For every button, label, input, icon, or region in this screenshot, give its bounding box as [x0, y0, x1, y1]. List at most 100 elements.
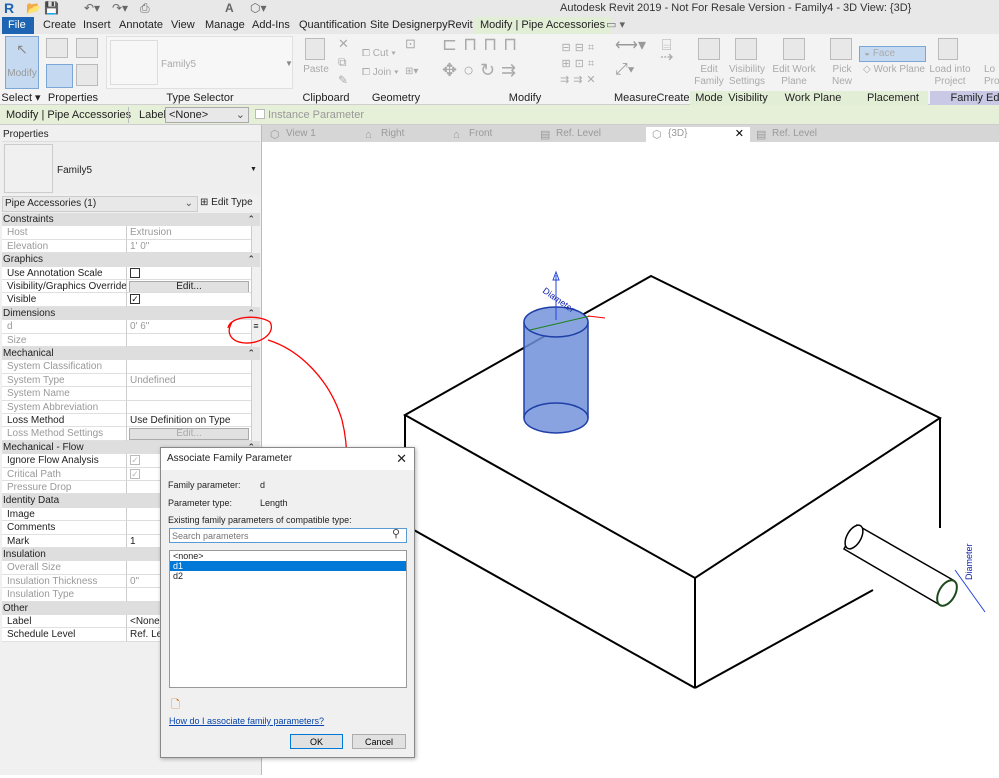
- pick-new-button[interactable]: Pick New: [828, 64, 856, 88]
- view-tab-front[interactable]: ⌂ Front: [447, 127, 532, 142]
- list-item[interactable]: d2: [170, 571, 406, 581]
- family-category-icon[interactable]: [76, 38, 98, 58]
- cylinder[interactable]: [523, 306, 591, 434]
- load-into-project-close-button[interactable]: Lo Projec: [984, 64, 999, 88]
- property-value[interactable]: Edit...: [126, 280, 251, 294]
- measure-icon[interactable]: ⤢▾: [615, 62, 635, 78]
- aligned-dimension-icon[interactable]: ⟷▾: [615, 38, 646, 54]
- visibility-settings-button[interactable]: Visibility Settings: [728, 64, 766, 88]
- cancel-button[interactable]: Cancel: [352, 734, 406, 749]
- property-scroll-cell[interactable]: [251, 293, 260, 307]
- move-rotate-icons[interactable]: ✥○↻⇉: [442, 61, 522, 79]
- checkbox[interactable]: ✓: [130, 294, 140, 305]
- view-tab-ref-level[interactable]: ▤ Ref. Level: [750, 127, 860, 142]
- property-value[interactable]: [126, 333, 251, 347]
- diameter-dimension-side[interactable]: Diameter: [954, 543, 986, 613]
- category-filter-select[interactable]: Pipe Accessories (1) ⌄: [2, 196, 198, 212]
- modify-button[interactable]: ↖ Modify: [5, 36, 39, 89]
- open-icon[interactable]: 📂: [26, 1, 41, 15]
- search-input[interactable]: [169, 528, 407, 543]
- properties-toggle-icon[interactable]: [46, 64, 73, 88]
- collapse-icon[interactable]: ⌃: [247, 253, 255, 266]
- property-value[interactable]: [126, 387, 251, 401]
- match-properties-icon[interactable]: ✎: [338, 74, 348, 86]
- redo-icon[interactable]: ↷▾: [112, 1, 128, 15]
- new-parameter-icon[interactable]: 🗋: [171, 696, 180, 715]
- property-value[interactable]: Undefined: [126, 373, 251, 388]
- list-item-selected[interactable]: d1: [170, 561, 406, 571]
- family-types-icon[interactable]: [76, 64, 98, 86]
- cut-icon[interactable]: ✕: [338, 37, 349, 50]
- type-properties-icon[interactable]: [46, 38, 68, 58]
- property-scroll-cell[interactable]: [251, 400, 260, 414]
- box-extrusion[interactable]: [402, 274, 943, 689]
- checkbox[interactable]: [130, 267, 140, 278]
- tab-annotate[interactable]: Annotate: [113, 17, 169, 34]
- edit-work-plane-icon[interactable]: [783, 38, 805, 60]
- tab-file[interactable]: File: [2, 17, 34, 34]
- edit-button[interactable]: Edit...: [129, 428, 249, 440]
- load-into-project-icon[interactable]: [938, 38, 958, 60]
- property-scroll-cell[interactable]: [251, 427, 260, 441]
- tab-modify-pipe-accessories[interactable]: Modify | Pipe Accessories: [474, 17, 612, 34]
- visibility-settings-icon[interactable]: [735, 38, 757, 60]
- help-link[interactable]: How do I associate family parameters?: [169, 716, 324, 726]
- cut-geometry-button[interactable]: ⧠ Cut ▾: [362, 48, 396, 60]
- property-value[interactable]: 0' 6": [126, 320, 251, 334]
- view-tab-right[interactable]: ⌂ Right: [359, 127, 444, 142]
- copy-icon[interactable]: ⧉: [338, 56, 347, 68]
- property-group-dimensions[interactable]: Dimensions ⌃: [2, 306, 260, 321]
- load-into-project-button[interactable]: Load into Project: [928, 64, 972, 88]
- property-value[interactable]: 1' 0": [126, 239, 251, 254]
- property-scroll-cell[interactable]: [251, 373, 260, 388]
- checkbox[interactable]: ✓: [130, 468, 140, 479]
- revit-logo[interactable]: R: [4, 0, 14, 16]
- paste-button[interactable]: Paste: [303, 64, 329, 76]
- wall-joins-icon[interactable]: ⊡: [405, 37, 416, 50]
- close-tab-icon[interactable]: ✕: [735, 127, 744, 141]
- checkbox[interactable]: ✓: [130, 455, 140, 466]
- property-scroll-cell[interactable]: [251, 239, 260, 254]
- tab-pyrevit[interactable]: pyRevit: [430, 17, 479, 34]
- associate-parameter-button[interactable]: ≡: [251, 320, 260, 334]
- edit-family-icon[interactable]: [698, 38, 720, 60]
- property-group-constraints[interactable]: Constraints ⌃: [2, 213, 260, 227]
- type-selector-properties[interactable]: Family5 ▼: [2, 141, 260, 194]
- property-scroll-cell[interactable]: [251, 266, 260, 280]
- property-scroll-cell[interactable]: [251, 360, 260, 374]
- property-scroll-cell[interactable]: [251, 280, 260, 294]
- edit-button[interactable]: Edit...: [129, 281, 249, 293]
- tab-insert[interactable]: Insert: [77, 17, 117, 34]
- property-value[interactable]: [126, 266, 251, 280]
- face-placement-button[interactable]: ◒ Face: [859, 46, 926, 62]
- view-tab-3d[interactable]: ⬡ {3D} ✕: [646, 127, 750, 142]
- tab-manage[interactable]: Manage: [199, 17, 251, 34]
- edit-family-button[interactable]: Edit Family: [692, 64, 726, 88]
- panel-select[interactable]: Select ▾: [0, 91, 42, 105]
- tab-view[interactable]: View: [165, 17, 201, 34]
- property-scroll-cell[interactable]: [251, 333, 260, 347]
- property-scroll-cell[interactable]: [251, 226, 260, 240]
- join-geometry-button[interactable]: ⧠ Join ▾: [362, 67, 399, 79]
- property-value[interactable]: Extrusion: [126, 226, 251, 240]
- array-mirror-icons[interactable]: ⊟⊟⌗ ⊞⊡⌗ ⇉⇉✕: [560, 40, 600, 88]
- tab-quantification[interactable]: Quantification: [293, 17, 372, 34]
- collapse-icon[interactable]: ⌃: [247, 347, 255, 360]
- align-icon[interactable]: ⊏⊓⊓⊓: [442, 35, 523, 53]
- create-similar-icon[interactable]: ⌸ ⇢: [660, 38, 673, 66]
- split-face-icon[interactable]: ⊞▾: [405, 66, 418, 78]
- print-icon[interactable]: ⎙: [140, 1, 150, 16]
- view-tab-view-1[interactable]: ⬡ View 1: [264, 127, 354, 142]
- edit-work-plane-button[interactable]: Edit Work Plane: [770, 64, 818, 88]
- work-plane-placement-button[interactable]: ◇ Work Plane: [859, 64, 926, 76]
- paste-icon[interactable]: [305, 38, 325, 60]
- property-value[interactable]: Edit...: [126, 427, 251, 441]
- 3d-view-icon[interactable]: ⬡▾: [250, 1, 267, 15]
- property-group-mechanical[interactable]: Mechanical ⌃: [2, 347, 260, 361]
- collapse-icon[interactable]: ⌃: [247, 213, 255, 226]
- property-scroll-cell[interactable]: [251, 387, 260, 401]
- tab-extra-dropdown[interactable]: ▭ ▾: [600, 17, 631, 34]
- collapse-icon[interactable]: ⌃: [247, 307, 255, 320]
- property-value[interactable]: Use Definition on Type: [126, 414, 251, 428]
- text-icon[interactable]: A: [225, 1, 234, 15]
